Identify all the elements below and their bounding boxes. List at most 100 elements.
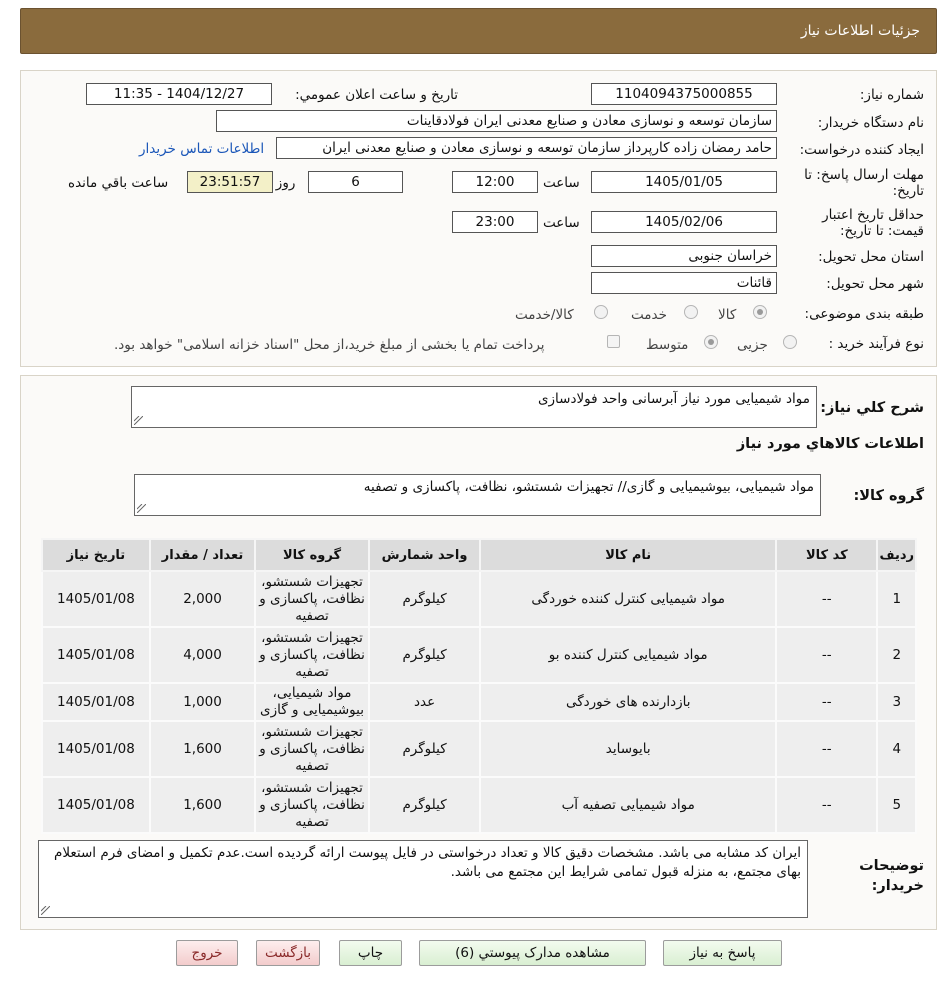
table-row: 2 -- مواد شیمیایی کنترل کننده بو کیلوگرم… <box>41 626 917 684</box>
cell-unit: کیلوگرم <box>367 626 482 684</box>
requester-label: ایجاد کننده درخواست: <box>799 142 924 158</box>
page-header: جزئیات اطلاعات نیاز <box>20 8 937 54</box>
goods-group-label: گروه کالا: <box>853 488 924 504</box>
buyer-org-field: سازمان توسعه و نوسازی معادن و صنایع معدن… <box>216 110 777 132</box>
purchase-radio-minor[interactable] <box>783 335 797 349</box>
cell-row-number: 2 <box>876 626 917 684</box>
province-field: خراسان جنوبی <box>591 245 777 267</box>
cell-unit: کیلوگرم <box>367 720 482 778</box>
view-attachments-button[interactable]: مشاهده مدارک پیوستي (6) <box>419 940 646 966</box>
category-option-goods-service: کالا/خدمت <box>515 307 574 323</box>
cell-row-number: 3 <box>876 682 917 722</box>
deadline-time-label: ساعت <box>543 175 580 191</box>
deadline-label-line2: تاریخ: <box>892 183 924 199</box>
purchase-type-label: نوع فرآیند خرید : <box>828 336 924 352</box>
validity-label-line2: قیمت: تا تاریخ: <box>840 223 924 239</box>
cell-goods-group: تجهیزات شستشو، نظافت، پاکسازی و تصفیه <box>254 776 370 834</box>
need-number-field: 1104094375000855 <box>591 83 777 105</box>
col-row-number: ردیف <box>876 538 917 572</box>
treasury-payment-note: پرداخت تمام یا بخشی از مبلغ خرید،از محل … <box>114 337 545 353</box>
buyer-notes-label-line2: خریدار: <box>871 878 924 894</box>
table-row: 1 -- مواد شیمیایی کنترل کننده خوردگی کیل… <box>41 570 917 628</box>
items-heading: اطلاعات کالاهاي مورد نیاز <box>736 436 924 452</box>
deadline-date-field: 1405/01/05 <box>591 171 777 193</box>
cell-unit: کیلوگرم <box>367 776 482 834</box>
province-label: استان محل تحویل: <box>818 249 924 265</box>
items-table: ردیف کد کالا نام کالا واحد شمارش گروه کا… <box>41 538 917 834</box>
cell-goods-code: -- <box>775 682 879 722</box>
col-quantity: تعداد / مقدار <box>148 538 257 572</box>
cell-goods-group: تجهیزات شستشو، نظافت، پاکسازی و تصفیه <box>254 720 370 778</box>
deadline-label-line1: مهلت ارسال پاسخ: تا <box>804 167 924 183</box>
summary-textarea: مواد شیمیایی مورد نیاز آبرسانی واحد فولا… <box>131 386 817 428</box>
remaining-time-label: ساعت باقي مانده <box>68 175 169 191</box>
back-button[interactable]: بازگشت <box>256 940 320 966</box>
category-radio-goods[interactable] <box>753 305 767 319</box>
page-title: جزئیات اطلاعات نیاز <box>800 23 920 39</box>
cell-goods-group: تجهیزات شستشو، نظافت، پاکسازی و تصفیه <box>254 626 370 684</box>
cell-goods-code: -- <box>775 626 879 684</box>
buyer-contact-link[interactable]: اطلاعات تماس خریدار <box>139 141 264 157</box>
category-option-service: خدمت <box>631 307 667 323</box>
cell-goods-name: مواد شیمیایی تصفیه آب <box>479 776 778 834</box>
col-need-date: تاریخ نیاز <box>41 538 151 572</box>
purchase-radio-medium[interactable] <box>704 335 718 349</box>
col-goods-code: کد کالا <box>775 538 879 572</box>
reply-button[interactable]: پاسخ به نیاز <box>663 940 782 966</box>
cell-quantity: 1,600 <box>148 720 257 778</box>
table-row: 3 -- بازدارنده های خوردگی عدد مواد شیمیا… <box>41 682 917 722</box>
goods-group-textarea: مواد شیمیایی، بیوشیمیایی و گازی// تجهیزا… <box>134 474 821 516</box>
cell-quantity: 2,000 <box>148 570 257 628</box>
cell-quantity: 4,000 <box>148 626 257 684</box>
exit-button[interactable]: خروج <box>176 940 238 966</box>
table-row: 4 -- بایوساید کیلوگرم تجهیزات شستشو، نظا… <box>41 720 917 778</box>
cell-need-date: 1405/01/08 <box>41 570 151 628</box>
resize-handle-icon[interactable] <box>134 416 143 425</box>
treasury-payment-checkbox[interactable] <box>607 335 620 348</box>
buyer-notes-text: ایران کد مشابه می باشد. مشخصات دقیق کالا… <box>53 845 801 880</box>
cell-unit: عدد <box>367 682 482 722</box>
announce-label: تاریخ و ساعت اعلان عمومي: <box>295 87 458 103</box>
announce-datetime-field: 1404/12/27 - 11:35 <box>86 83 272 105</box>
resize-handle-icon[interactable] <box>137 504 146 513</box>
col-unit: واحد شمارش <box>367 538 482 572</box>
cell-goods-name: مواد شیمیایی کنترل کننده بو <box>479 626 778 684</box>
col-goods-group: گروه کالا <box>254 538 370 572</box>
cell-goods-code: -- <box>775 776 879 834</box>
buyer-notes-label-line1: توضیحات <box>859 858 924 874</box>
category-option-goods: کالا <box>718 307 737 323</box>
buyer-org-label: نام دستگاه خریدار: <box>817 115 924 131</box>
deadline-time-field: 12:00 <box>452 171 538 193</box>
cell-goods-name: مواد شیمیایی کنترل کننده خوردگی <box>479 570 778 628</box>
cell-row-number: 4 <box>876 720 917 778</box>
category-radio-goods-service[interactable] <box>594 305 608 319</box>
cell-goods-group: تجهیزات شستشو، نظافت، پاکسازی و تصفیه <box>254 570 370 628</box>
resize-handle-icon[interactable] <box>41 906 50 915</box>
cell-goods-name: بازدارنده های خوردگی <box>479 682 778 722</box>
cell-row-number: 1 <box>876 570 917 628</box>
cell-goods-code: -- <box>775 720 879 778</box>
validity-time-label: ساعت <box>543 215 580 231</box>
validity-date-field: 1405/02/06 <box>591 211 777 233</box>
buyer-notes-textarea: ایران کد مشابه می باشد. مشخصات دقیق کالا… <box>38 840 808 918</box>
cell-goods-code: -- <box>775 570 879 628</box>
cell-row-number: 5 <box>876 776 917 834</box>
print-button[interactable]: چاپ <box>339 940 402 966</box>
cell-need-date: 1405/01/08 <box>41 682 151 722</box>
remaining-time-field: 23:51:57 <box>187 171 273 193</box>
need-info-panel: شماره نیاز: 1104094375000855 تاریخ و ساع… <box>20 70 937 367</box>
cell-goods-name: بایوساید <box>479 720 778 778</box>
days-remaining-field: 6 <box>308 171 403 193</box>
purchase-option-medium: متوسط <box>646 337 689 353</box>
cell-quantity: 1,600 <box>148 776 257 834</box>
col-goods-name: نام کالا <box>479 538 778 572</box>
cell-need-date: 1405/01/08 <box>41 720 151 778</box>
category-radio-service[interactable] <box>684 305 698 319</box>
need-number-label: شماره نیاز: <box>859 87 924 103</box>
cell-need-date: 1405/01/08 <box>41 776 151 834</box>
cell-goods-group: مواد شیمیایی، بیوشیمیایی و گازی <box>254 682 370 722</box>
requester-field: حامد رمضان زاده کارپرداز سازمان توسعه و … <box>276 137 777 159</box>
category-label: طبقه بندی موضوعی: <box>804 306 924 322</box>
table-row: 5 -- مواد شیمیایی تصفیه آب کیلوگرم تجهیز… <box>41 776 917 834</box>
validity-label-line1: حداقل تاریخ اعتبار <box>822 207 924 223</box>
